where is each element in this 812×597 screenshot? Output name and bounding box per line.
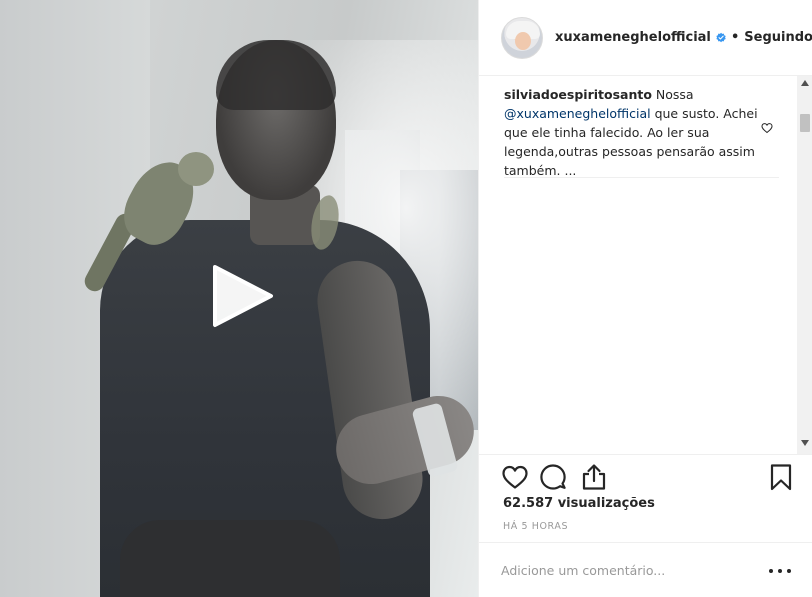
more-options-dot [787, 569, 791, 573]
video-lower-shadow [120, 520, 340, 597]
comment-item: silviadoespiritosanto Nossa @xuxameneghe… [504, 85, 764, 180]
avatar-face [515, 31, 531, 50]
post-actions [479, 454, 812, 498]
post-timestamp[interactable]: HÁ 5 HORAS [503, 521, 568, 532]
verified-badge-icon [716, 32, 726, 43]
add-comment-section [479, 542, 812, 597]
instagram-post: xuxameneghelofficial • Seguindo silviado… [0, 0, 812, 597]
views-count[interactable]: 62.587 visualizações [503, 496, 655, 511]
post-side-panel: xuxameneghelofficial • Seguindo silviado… [478, 0, 812, 597]
following-button[interactable]: Seguindo [744, 30, 812, 45]
comment-button[interactable] [539, 463, 567, 491]
bookmark-icon [770, 464, 792, 491]
comments-list[interactable]: silviadoespiritosanto Nossa @xuxameneghe… [479, 76, 812, 454]
more-options-icon[interactable] [769, 561, 791, 581]
like-button[interactable] [501, 463, 529, 491]
scrollbar-thumb[interactable] [800, 114, 810, 132]
save-button[interactable] [767, 463, 795, 491]
comment-text-start: Nossa [651, 87, 694, 102]
more-options-dot [778, 569, 782, 573]
comment-username[interactable]: silviadoespiritosanto [504, 87, 652, 102]
play-button[interactable] [209, 263, 275, 329]
scroll-up-arrow-icon[interactable] [797, 80, 812, 90]
heart-outline-icon [502, 465, 528, 489]
post-username[interactable]: xuxameneghelofficial [555, 30, 711, 45]
post-header: xuxameneghelofficial • Seguindo [479, 0, 812, 76]
comment-mention[interactable]: @xuxameneghelofficial [504, 106, 651, 121]
avatar[interactable] [501, 16, 543, 59]
comment-input[interactable] [501, 559, 751, 581]
share-icon [582, 464, 606, 490]
scroll-down-arrow-icon[interactable] [797, 440, 812, 450]
share-button[interactable] [580, 463, 608, 491]
comments-scrollbar[interactable] [797, 76, 812, 454]
video-player[interactable] [0, 0, 478, 597]
video-parrot-head [178, 152, 214, 186]
comment-divider [504, 177, 779, 178]
header-separator: • [730, 30, 740, 45]
comment-like-icon[interactable] [761, 122, 773, 134]
more-options-dot [769, 569, 773, 573]
comment-bubble-icon [540, 464, 566, 490]
play-icon [213, 265, 273, 327]
